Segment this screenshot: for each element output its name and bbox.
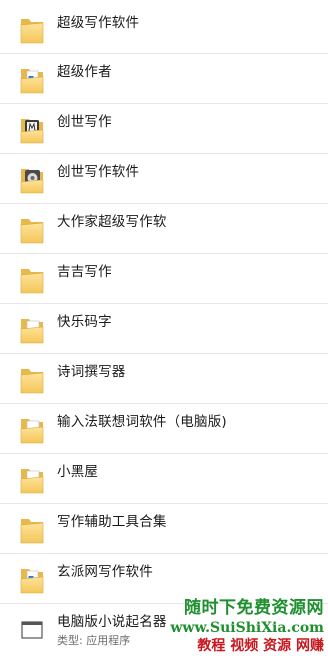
folder-icon: [18, 265, 46, 295]
list-item[interactable]: 大作家超级写作软: [0, 204, 328, 254]
item-label: 输入法联想词软件（电脑版): [57, 414, 227, 430]
application-icon: [18, 614, 46, 644]
folder-green-doc-icon: [18, 415, 46, 445]
item-label: 快乐码字: [57, 314, 112, 330]
folder-icon: [18, 365, 46, 395]
folder-icon: [18, 15, 46, 45]
folder-red-doc-icon: [18, 315, 46, 345]
item-label: 创世写作: [57, 114, 112, 130]
folder-blue-doc-icon: [18, 65, 46, 95]
item-label: 玄派网写作软件: [57, 564, 153, 580]
file-list: 超级写作软件 超级作者 创世写作 创世写作软件 大作家超级写作软 吉吉写作 快乐…: [0, 0, 328, 664]
list-item[interactable]: 小黑屋: [0, 454, 328, 504]
list-item[interactable]: 快乐码字: [0, 304, 328, 354]
list-item[interactable]: 吉吉写作: [0, 254, 328, 304]
list-item[interactable]: 创世写作软件: [0, 154, 328, 204]
item-label: 写作辅助工具合集: [57, 514, 167, 530]
item-label: 小黑屋: [57, 464, 99, 480]
list-item[interactable]: 输入法联想词软件（电脑版): [0, 404, 328, 454]
list-item[interactable]: 玄派网写作软件: [0, 554, 328, 604]
list-item[interactable]: 创世写作: [0, 104, 328, 154]
list-item[interactable]: 超级写作软件: [0, 0, 328, 54]
list-item[interactable]: 诗词撰写器: [0, 354, 328, 404]
item-label: 吉吉写作: [57, 264, 112, 280]
list-item[interactable]: 写作辅助工具合集: [0, 504, 328, 554]
folder-icon: [18, 215, 46, 245]
folder-icon: [18, 515, 46, 545]
item-type: 类型: 应用程序: [57, 634, 131, 647]
folder-blue-doc-icon: [18, 565, 46, 595]
folder-app-icon: [18, 115, 46, 145]
folder-doc-icon: [18, 465, 46, 495]
list-item[interactable]: 电脑版小说起名器 类型: 应用程序: [0, 604, 328, 664]
item-label: 创世写作软件: [57, 164, 140, 180]
list-item[interactable]: 超级作者: [0, 54, 328, 104]
item-label: 电脑版小说起名器: [57, 614, 167, 630]
item-label: 超级作者: [57, 64, 112, 80]
item-label: 超级写作软件: [57, 15, 140, 31]
folder-app-icon: [18, 165, 46, 195]
item-label: 大作家超级写作软: [57, 214, 167, 230]
item-label: 诗词撰写器: [57, 364, 126, 380]
